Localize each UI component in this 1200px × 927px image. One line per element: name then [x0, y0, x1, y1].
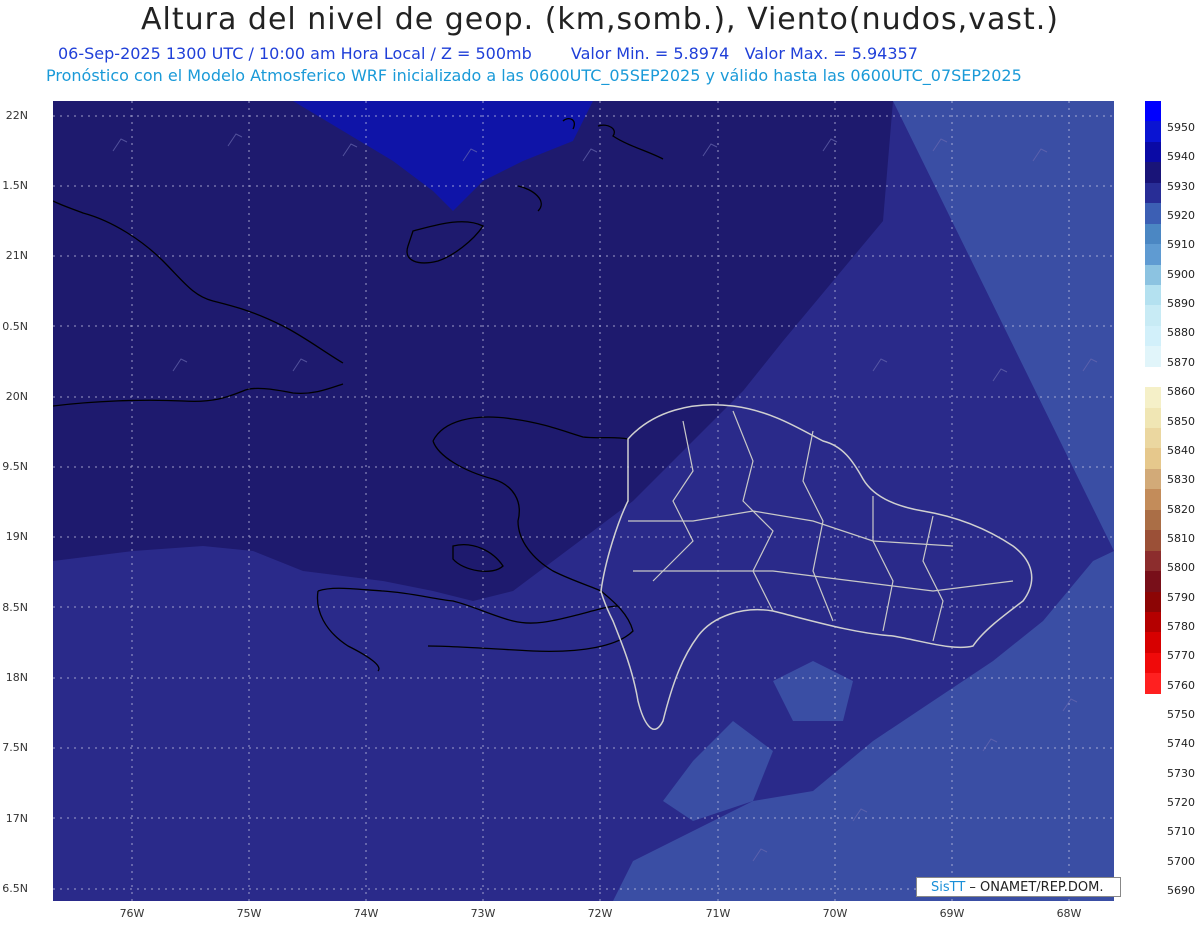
colorbar-swatch [1145, 264, 1161, 285]
colorbar-label: 5850 [1167, 414, 1195, 428]
model-info: Pronóstico con el Modelo Atmosferico WRF… [46, 66, 1022, 85]
colorbar-label: 5730 [1167, 766, 1195, 780]
colorbar-swatch [1145, 428, 1161, 449]
lat-label: 0.5N [2, 320, 28, 333]
colorbar-label: 5870 [1167, 355, 1195, 369]
lat-label: 22N [5, 109, 28, 122]
colorbar-swatch [1145, 203, 1161, 224]
colorbar-swatch [1145, 509, 1161, 531]
colorbar-label: 5840 [1167, 443, 1195, 457]
colorbar-swatch [1145, 101, 1161, 122]
colorbar-label: 5950 [1167, 121, 1195, 134]
lon-label: 70W [822, 907, 848, 920]
colorbar-label: 5700 [1167, 854, 1195, 868]
colorbar-swatch [1145, 530, 1161, 551]
lat-label: 18N [5, 671, 28, 684]
colorbar-label: 5910 [1167, 238, 1195, 252]
colorbar-swatch [1145, 284, 1161, 306]
lat-label: 7.5N [2, 741, 28, 754]
lon-label: 74W [353, 907, 379, 920]
forecast-datetime: 06-Sep-2025 1300 UTC / 10:00 am Hora Loc… [58, 44, 532, 63]
colorbar-swatch [1145, 468, 1161, 490]
colorbar-label: 5830 [1167, 473, 1195, 487]
colorbar-swatch [1145, 673, 1161, 694]
map-title: Altura del nivel de geop. (km,somb.), Vi… [141, 2, 1059, 37]
colorbar-label: 5800 [1167, 561, 1195, 575]
colorbar [1145, 101, 1161, 694]
lat-label: 21N [5, 249, 28, 262]
colorbar-label: 5760 [1167, 678, 1195, 692]
colorbar-label: 5780 [1167, 619, 1195, 633]
lat-label: 20N [5, 390, 28, 403]
colorbar-swatch [1145, 448, 1161, 469]
colorbar-swatch [1145, 591, 1161, 612]
colorbar-label: 5690 [1167, 884, 1195, 898]
colorbar-label: 5710 [1167, 825, 1195, 839]
lon-label: 71W [705, 907, 731, 920]
lat-label: 19N [5, 530, 28, 543]
min-value: Valor Min. = 5.8974 [570, 44, 730, 63]
colorbar-swatch [1145, 346, 1161, 367]
colorbar-swatch [1145, 550, 1161, 572]
colorbar-label: 5890 [1167, 297, 1195, 311]
colorbar-swatch [1145, 652, 1161, 674]
lon-label: 68W [1056, 907, 1082, 920]
colorbar-swatch [1145, 387, 1161, 408]
colorbar-swatch [1145, 121, 1161, 142]
max-value: Valor Max. = 5.94357 [744, 44, 918, 63]
colorbar-swatch [1145, 489, 1161, 510]
colorbar-swatch [1145, 244, 1161, 265]
credit-text: – ONAMET/REP.DOM. [965, 880, 1104, 895]
forecast-info: 06-Sep-2025 1300 UTC / 10:00 am Hora Loc… [58, 44, 918, 63]
colorbar-label: 5880 [1167, 326, 1195, 340]
credit-brand: SisTT [931, 880, 966, 895]
lon-label: 69W [939, 907, 965, 920]
colorbar-label: 5770 [1167, 649, 1195, 663]
map-canvas [53, 101, 1114, 901]
colorbar-swatch [1145, 611, 1161, 633]
colorbar-label: 5920 [1167, 209, 1195, 223]
colorbar-swatch [1145, 632, 1161, 653]
colorbar-swatch [1145, 223, 1161, 245]
colorbar-label: 5750 [1167, 708, 1195, 721]
colorbar-label: 5900 [1167, 267, 1195, 281]
lon-label: 73W [470, 907, 496, 920]
lat-label: 8.5N [2, 601, 28, 614]
colorbar-swatch [1145, 325, 1161, 347]
lat-label: 1.5N [2, 179, 28, 192]
lon-label: 76W [119, 907, 145, 920]
colorbar-label: 5930 [1167, 179, 1195, 193]
lat-label: 17N [5, 812, 28, 825]
colorbar-label: 5720 [1167, 796, 1195, 810]
lon-label: 72W [587, 907, 613, 920]
lon-label: 75W [236, 907, 262, 920]
colorbar-swatch [1145, 141, 1161, 163]
colorbar-label: 5740 [1167, 737, 1195, 751]
colorbar-swatch [1145, 182, 1161, 204]
lat-label: 6.5N [2, 882, 28, 895]
colorbar-label: 5820 [1167, 502, 1195, 516]
colorbar-swatch [1145, 571, 1161, 592]
colorbar-label: 5860 [1167, 385, 1195, 399]
colorbar-swatch [1145, 162, 1161, 183]
colorbar-swatch [1145, 407, 1161, 428]
colorbar-label: 5790 [1167, 590, 1195, 604]
colorbar-swatch [1145, 366, 1161, 388]
credit-box: SisTT – ONAMET/REP.DOM. [916, 877, 1121, 897]
colorbar-label: 5940 [1167, 150, 1195, 164]
lat-label: 9.5N [2, 460, 28, 473]
colorbar-swatch [1145, 305, 1161, 326]
colorbar-label: 5810 [1167, 531, 1195, 545]
